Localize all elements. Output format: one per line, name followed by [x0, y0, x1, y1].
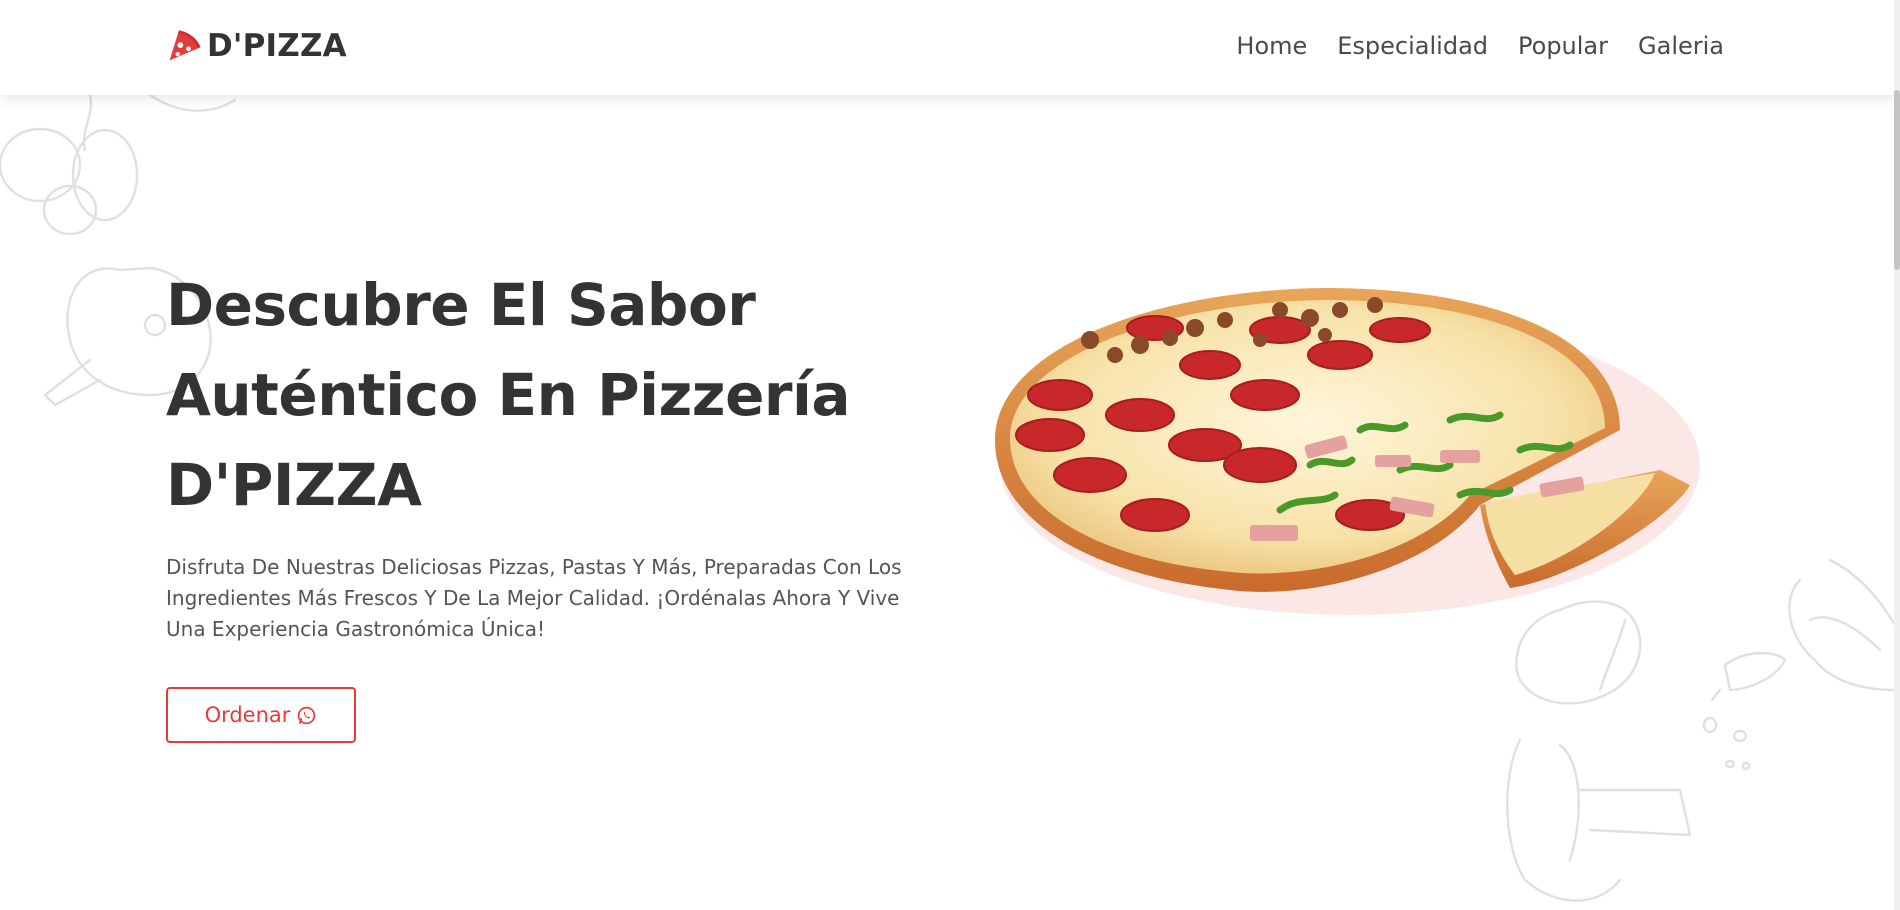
main-nav: Home Especialidad Popular Galeria [1236, 28, 1724, 64]
hero-section: Descubre El Sabor Auténtico En Pizzería … [166, 260, 926, 645]
scrollbar-thumb[interactable] [1894, 90, 1900, 270]
site-header: D'PIZZA Home Especialidad Popular Galeri… [0, 0, 1900, 95]
nav-popular[interactable]: Popular [1518, 28, 1608, 64]
hero-title-line-1: Descubre El Sabor [166, 271, 756, 339]
pizza-slice-icon [169, 30, 201, 61]
hero-description: Disfruta De Nuestras Deliciosas Pizzas, … [166, 555, 902, 641]
page-scrollbar[interactable] [1894, 0, 1900, 910]
nav-galeria[interactable]: Galeria [1638, 28, 1724, 64]
brand-name: D'PIZZA [207, 28, 347, 64]
pizza-image [995, 288, 1700, 615]
nav-home[interactable]: Home [1236, 28, 1307, 64]
hero-title: Descubre El Sabor Auténtico En Pizzería … [166, 260, 926, 530]
nav-especialidad[interactable]: Especialidad [1337, 28, 1488, 64]
brand-logo-link[interactable]: D'PIZZA [166, 26, 347, 66]
hero-title-line-2: Auténtico En Pizzería [166, 361, 851, 429]
whatsapp-icon [298, 706, 316, 724]
hero-title-line-3: D'PIZZA [166, 451, 422, 519]
order-button-label: Ordenar [204, 703, 291, 727]
order-button[interactable]: Ordenar [166, 687, 356, 743]
